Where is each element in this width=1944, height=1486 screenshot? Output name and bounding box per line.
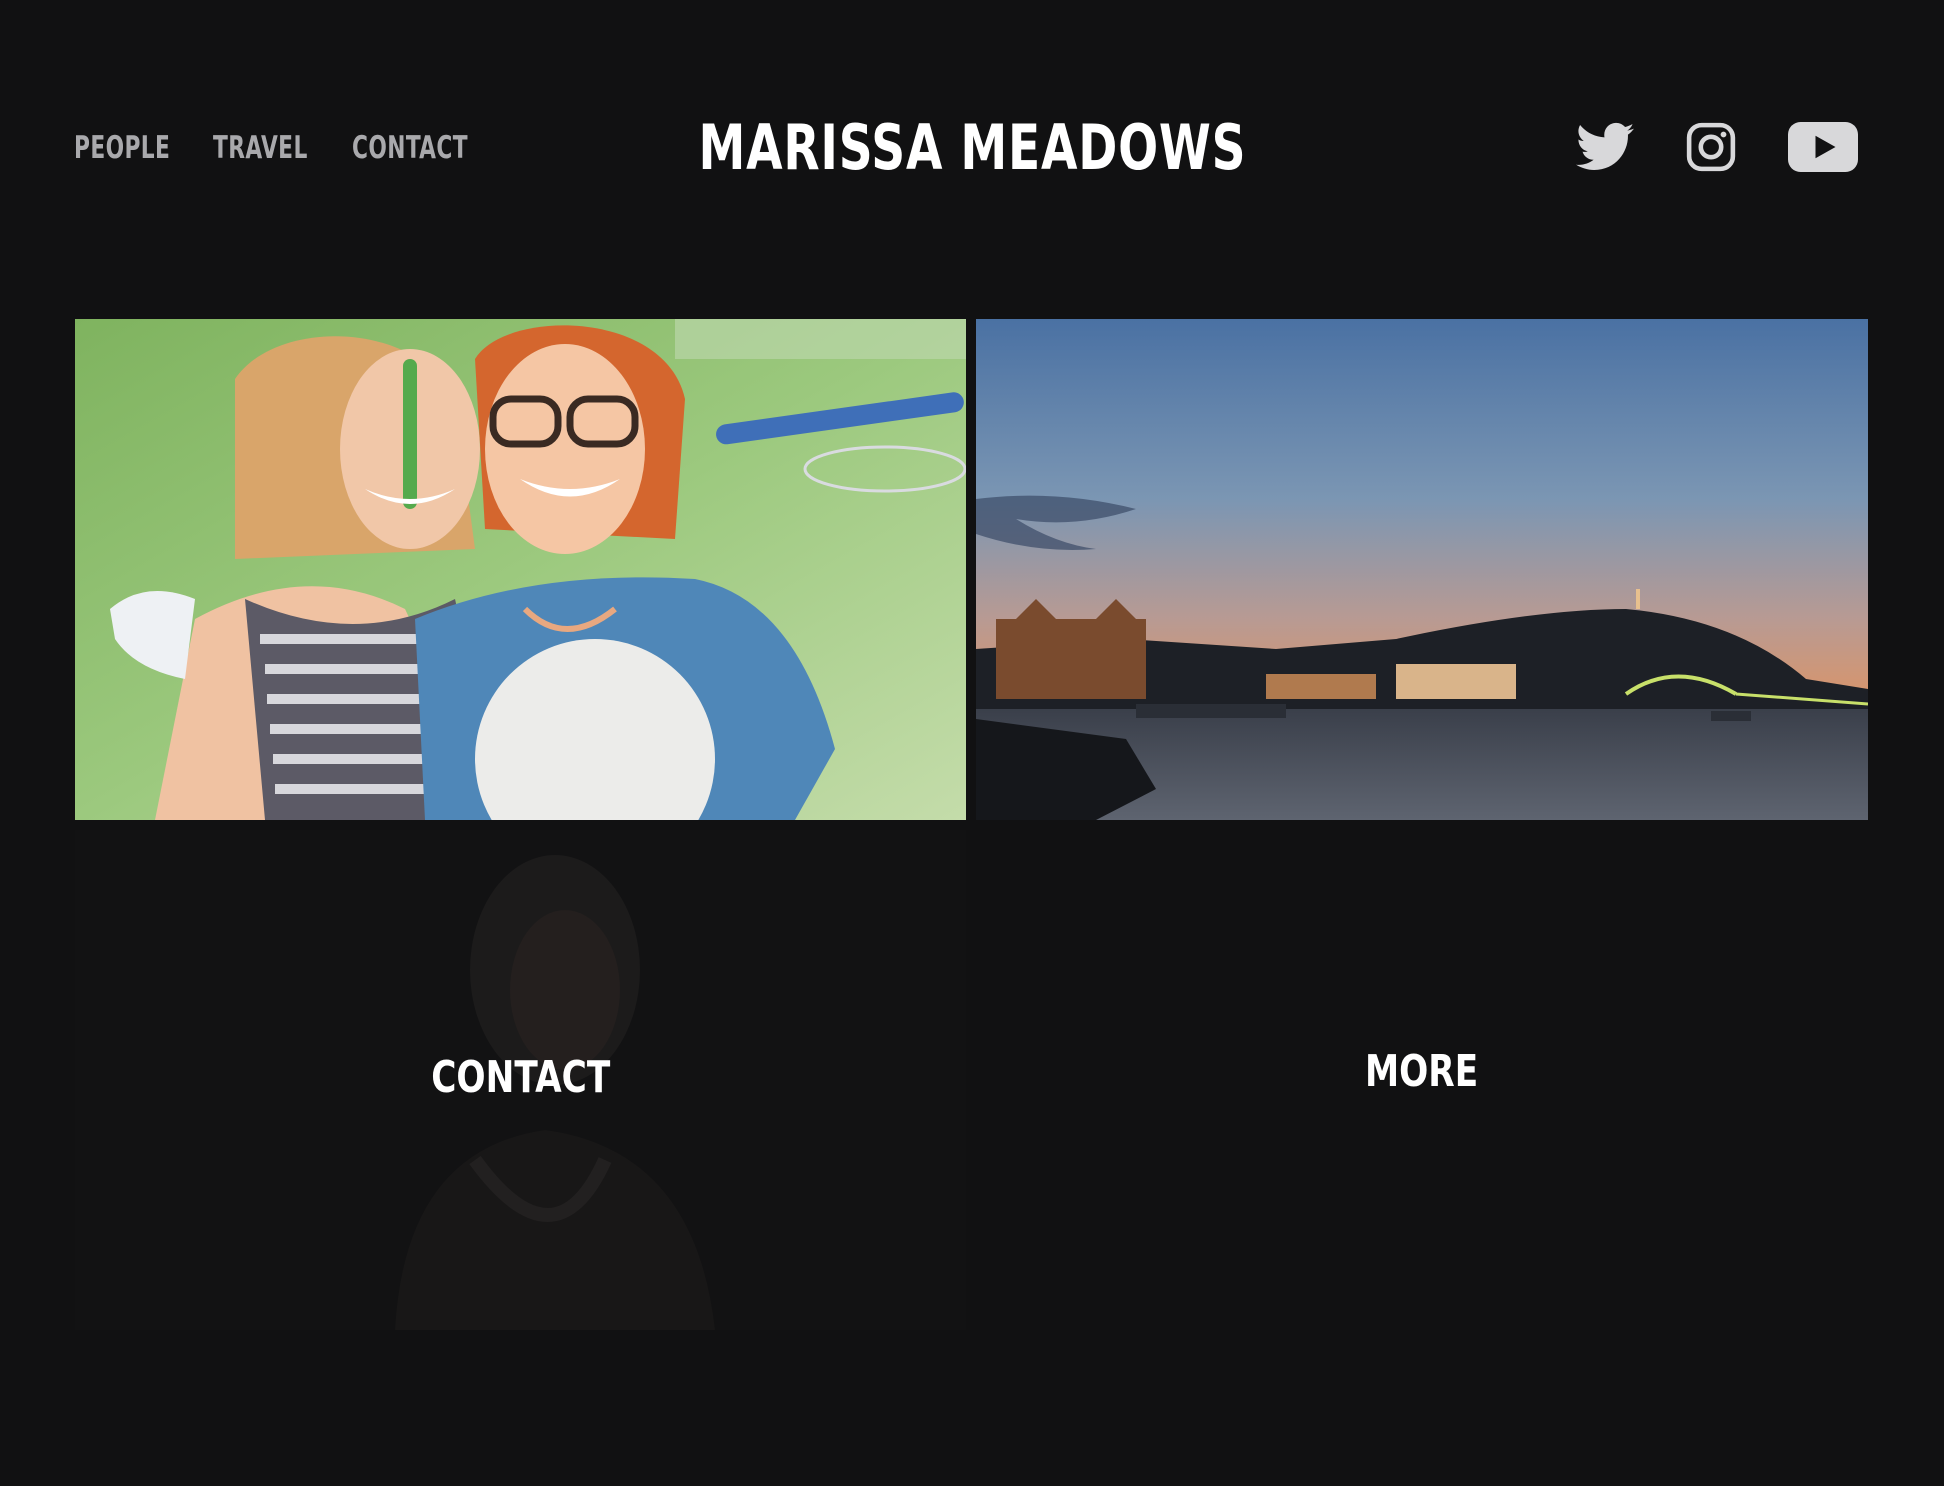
more-tile-label-container: MORE: [976, 1042, 1868, 1102]
gallery-tile-more[interactable]: MORE: [976, 830, 1868, 1330]
travel-photo: [976, 319, 1868, 820]
contact-tile-label-container: CONTACT: [75, 1048, 966, 1108]
twitter-icon[interactable]: [1576, 122, 1634, 176]
gallery-tile-contact[interactable]: CONTACT: [75, 830, 966, 1330]
people-photo: [75, 319, 966, 820]
contact-tile-label: CONTACT: [430, 1052, 610, 1103]
more-tile-label: MORE: [1365, 1046, 1479, 1097]
youtube-icon[interactable]: [1788, 122, 1858, 176]
page: PEOPLE TRAVEL CONTACT MARISSA MEADOWS CO…: [0, 0, 1944, 1486]
social-links: [1576, 122, 1858, 176]
gallery-tile-people[interactable]: [75, 319, 966, 820]
gallery-tile-travel[interactable]: [976, 319, 1868, 820]
site-title[interactable]: MARISSA MEADOWS: [698, 108, 1246, 188]
instagram-icon[interactable]: [1686, 122, 1736, 176]
